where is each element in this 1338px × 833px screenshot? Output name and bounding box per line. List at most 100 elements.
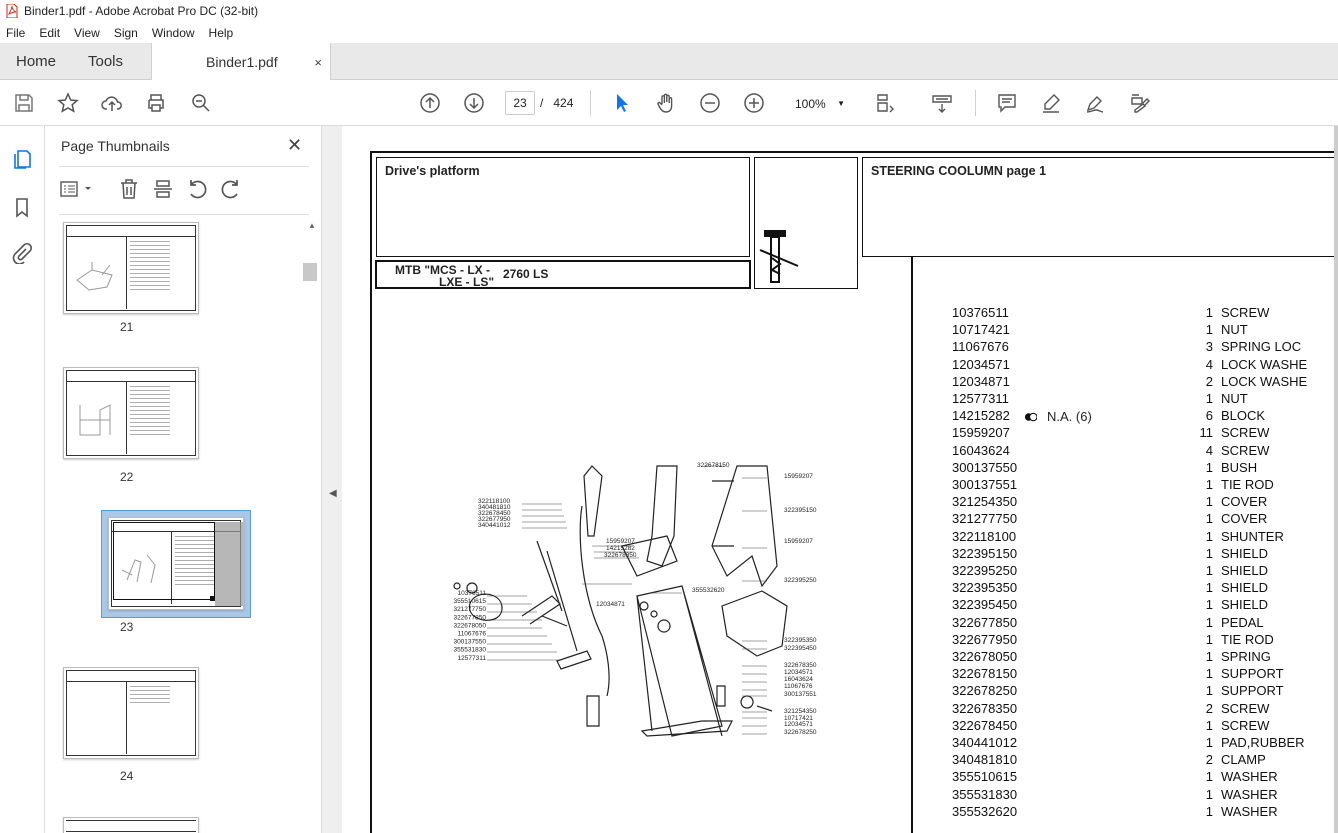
part-quantity: 1: [1205, 769, 1213, 785]
parts-row: 322395350 1 SHIELD: [952, 580, 1338, 597]
part-quantity: 2: [1205, 373, 1213, 389]
select-cursor-icon[interactable]: [610, 91, 634, 115]
rotate-right-icon[interactable]: [219, 177, 243, 201]
parts-row: 300137551 1 TIE ROD: [952, 477, 1338, 494]
part-number: 300137551: [952, 477, 1018, 492]
parts-row: 12034871 2 LOCK WASHE: [952, 374, 1338, 391]
thumbnail-page[interactable]: [63, 222, 199, 314]
rotate-left-icon[interactable]: [185, 177, 209, 201]
zoom-out-icon[interactable]: [698, 91, 722, 115]
collapse-panel-icon[interactable]: ◀: [329, 488, 337, 499]
parts-row: 355532620 1 WASHER: [952, 804, 1338, 821]
tab-tools[interactable]: Tools: [88, 43, 123, 80]
part-description: SHIELD: [1221, 580, 1268, 596]
part-number: 340481810: [952, 752, 1018, 768]
viewport-resize-handle[interactable]: [210, 596, 215, 601]
thumb-viewport-frame[interactable]: [113, 522, 215, 600]
part-quantity: 1: [1205, 322, 1213, 338]
panel-splitter[interactable]: ◀: [322, 126, 342, 833]
highlight-pen-icon[interactable]: [1039, 91, 1063, 115]
page-thumbnails-icon[interactable]: [11, 148, 33, 170]
document-viewer[interactable]: Drive's platform MTB "MCS - LX - LXE - L…: [342, 126, 1338, 833]
part-description: BLOCK: [1221, 408, 1266, 424]
bookmarks-icon[interactable]: [11, 196, 33, 218]
attachments-icon[interactable]: [11, 242, 33, 264]
next-page-icon[interactable]: [462, 91, 486, 115]
thumb-frame: [66, 670, 196, 756]
hand-tool-icon[interactable]: [654, 91, 678, 115]
parts-row: 355510615 1 WASHER: [952, 769, 1338, 786]
part-quantity: 1: [1205, 494, 1213, 510]
parts-row: 322395450 1 SHIELD: [952, 597, 1338, 614]
parts-row: 322678050 1 SPRING: [952, 649, 1338, 666]
tab-close-icon[interactable]: ×: [314, 55, 322, 70]
scrollbar-thumb[interactable]: [303, 263, 317, 281]
part-quantity: 2: [1205, 752, 1213, 768]
zoom-in-icon[interactable]: [742, 91, 766, 115]
scroll-mode-icon[interactable]: [930, 91, 954, 115]
part-quantity: 1: [1205, 683, 1213, 699]
part-quantity: 1: [1205, 511, 1213, 527]
menu-sign[interactable]: Sign: [114, 26, 138, 40]
diagram-callout-label: 16043624: [784, 676, 813, 683]
part-description: SCREW: [1221, 442, 1270, 458]
zoom-dropdown[interactable]: 100% ▼: [786, 91, 854, 115]
tab-home[interactable]: Home: [16, 43, 56, 80]
parts-row: 16043624 4 SCREW: [952, 443, 1338, 460]
part-number: 322118100: [952, 528, 1017, 544]
model-line-2: LXE - LS": [439, 275, 495, 289]
thumb-header: [66, 370, 196, 382]
diagram-callout-label: 355510615: [453, 598, 486, 605]
section-box: Drive's platform: [376, 157, 750, 257]
parts-row: 322678150 1 SUPPORT: [952, 666, 1338, 683]
column-divider: [911, 257, 913, 833]
fill-sign-icon[interactable]: [1127, 91, 1151, 115]
print-icon[interactable]: [144, 91, 168, 115]
page-number-input[interactable]: 23: [505, 91, 535, 115]
close-icon[interactable]: ✕: [287, 135, 302, 156]
part-quantity: 1: [1205, 391, 1213, 406]
draw-pen-icon[interactable]: [1083, 91, 1107, 115]
thumbnail-page[interactable]: [63, 667, 199, 759]
extract-pages-icon[interactable]: [151, 177, 175, 201]
thumbnail-page[interactable]: [63, 367, 199, 459]
part-number: 11067676: [952, 339, 1009, 355]
part-number: 322395150: [952, 545, 1018, 561]
previous-page-icon[interactable]: [418, 91, 442, 115]
window-title: Binder1.pdf - Adobe Acrobat Pro DC (32-b…: [24, 4, 259, 18]
model-box: MTB "MCS - LX - LXE - LS" 2760 LS: [375, 260, 751, 289]
diagram-callout-label: 321254350: [784, 708, 817, 715]
part-description: SCREW: [1221, 305, 1270, 320]
save-icon[interactable]: [12, 91, 36, 115]
parts-row: 340481810 2 CLAMP: [952, 752, 1338, 769]
part-description: SCREW: [1221, 717, 1270, 733]
options-menu-icon[interactable]: [59, 178, 95, 200]
page-total: / 424: [540, 96, 573, 110]
total-pages: 424: [553, 96, 574, 110]
thumbnail-scrollbar[interactable]: ▲: [303, 221, 317, 833]
delete-icon[interactable]: [117, 177, 141, 201]
comment-icon[interactable]: [995, 91, 1019, 115]
part-description: PEDAL: [1221, 614, 1264, 630]
document-scrollbar[interactable]: [1334, 126, 1338, 833]
page-fit-icon[interactable]: [874, 91, 898, 115]
part-quantity: 3: [1205, 339, 1213, 355]
part-description: LOCK WASHE: [1221, 356, 1308, 372]
thumbnail-page[interactable]: [63, 817, 199, 833]
bookmark-star-icon[interactable]: [56, 91, 80, 115]
scroll-up-icon[interactable]: ▲: [308, 221, 316, 230]
upload-cloud-icon[interactable]: [100, 91, 124, 115]
menu-view[interactable]: View: [74, 26, 100, 40]
menu-window[interactable]: Window: [152, 26, 195, 40]
parts-row: 322395250 1 SHIELD: [952, 563, 1338, 580]
tab-document[interactable]: Binder1.pdf ×: [151, 43, 331, 81]
diagram-callout-label: 322678350: [784, 662, 817, 669]
menu-help[interactable]: Help: [209, 26, 234, 40]
menu-edit[interactable]: Edit: [39, 26, 60, 40]
zoom-search-icon[interactable]: [189, 91, 213, 115]
menu-file[interactable]: File: [6, 26, 25, 40]
part-description: SPRING LOC: [1221, 339, 1302, 355]
part-number: 300137550: [952, 459, 1018, 475]
thumbnail-page-selected[interactable]: [108, 517, 244, 610]
part-number: 16043624: [952, 442, 1010, 458]
